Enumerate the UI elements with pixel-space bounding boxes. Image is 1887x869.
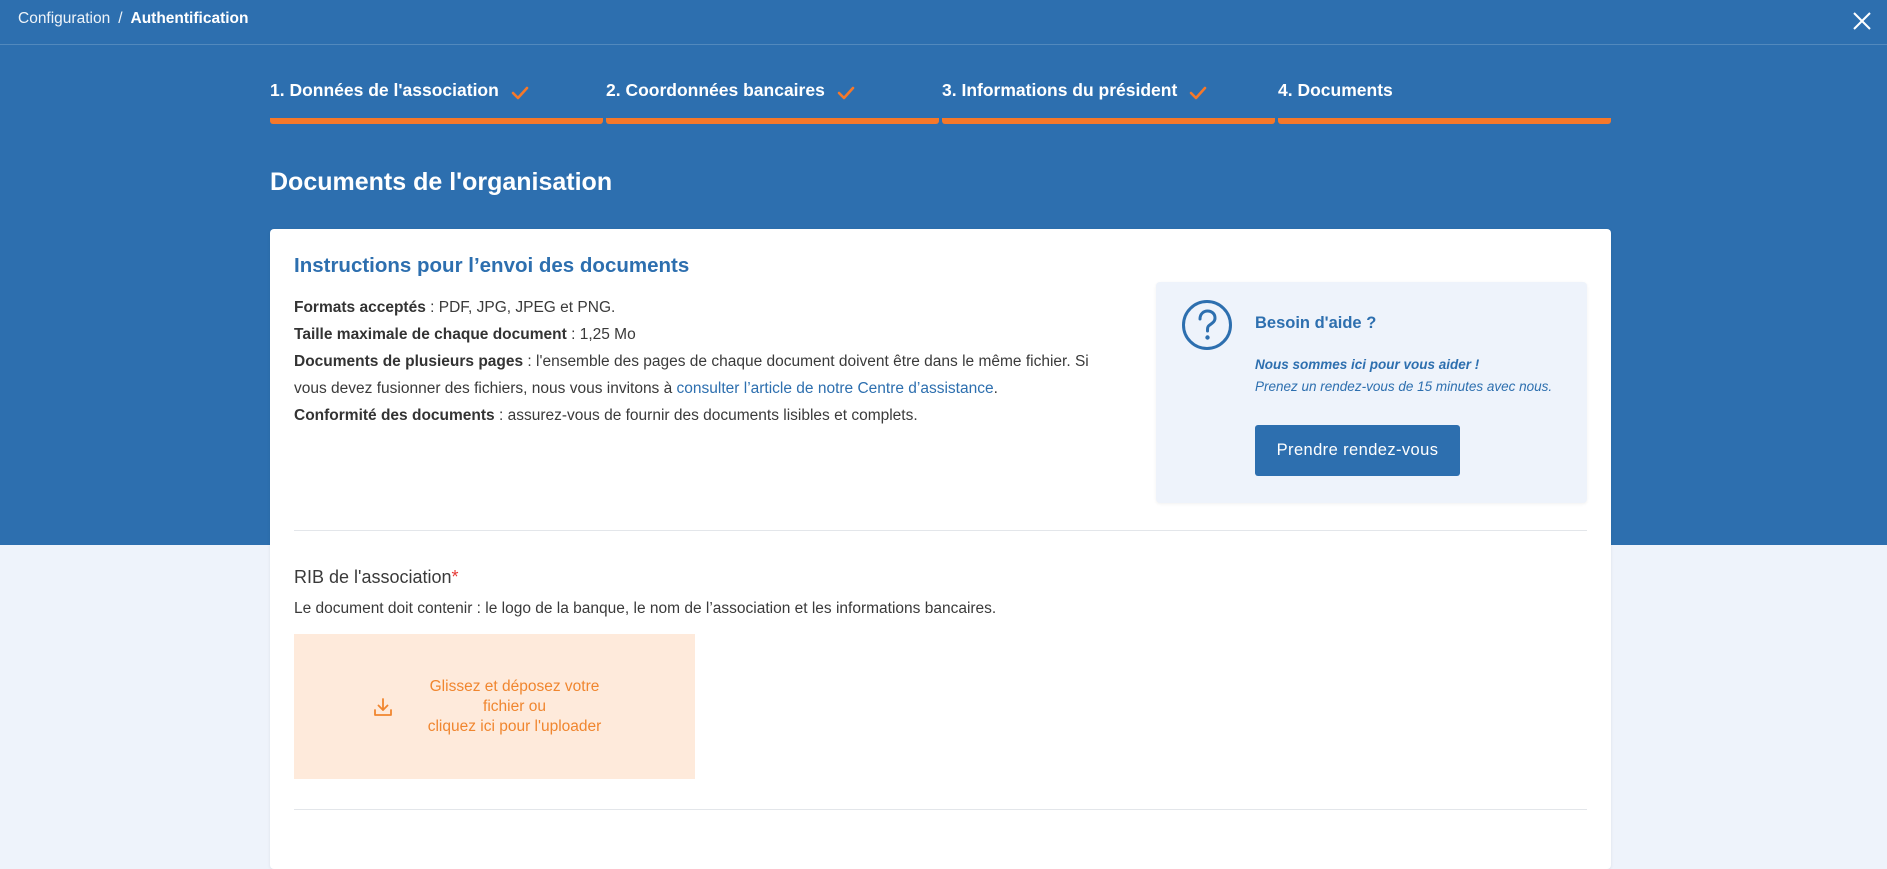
question-circle-icon <box>1181 299 1233 351</box>
check-icon <box>837 84 855 99</box>
help-box: Besoin d'aide ? Nous sommes ici pour vou… <box>1156 282 1587 503</box>
breadcrumb-separator: / <box>118 10 123 27</box>
size-label: Taille maximale de chaque document <box>294 326 567 343</box>
size-line: Taille maximale de chaque document : 1,2… <box>294 321 1124 348</box>
conformity-line: Conformité des documents : assurez-vous … <box>294 402 1124 429</box>
check-icon <box>1189 84 1207 99</box>
help-text: Nous sommes ici pour vous aider ! Prenez… <box>1255 354 1552 398</box>
close-icon[interactable] <box>1849 8 1875 34</box>
step-label: 3. Informations du président <box>942 80 1178 100</box>
instructions-title: Instructions pour l’envoi des documents <box>294 254 690 277</box>
divider <box>294 809 1587 810</box>
step-label: 2. Coordonnées bancaires <box>606 80 825 100</box>
rib-label-text: RIB de l'association <box>294 567 452 587</box>
instructions-text: Formats acceptés : PDF, JPG, JPEG et PNG… <box>294 294 1124 429</box>
top-bar: Configuration / Authentification <box>0 0 1887 45</box>
stepper: 1. Données de l'association 2. Coordonné… <box>270 80 1611 124</box>
book-appointment-button[interactable]: Prendre rendez-vous <box>1255 425 1460 476</box>
help-title: Besoin d'aide ? <box>1255 314 1377 332</box>
documents-card: Instructions pour l’envoi des documents … <box>270 229 1611 869</box>
dropzone-text: Glissez et déposez votre fichier ou cliq… <box>412 677 617 737</box>
divider <box>294 530 1587 531</box>
step-documents[interactable]: 4. Documents <box>1278 80 1611 124</box>
required-mark: * <box>451 567 459 587</box>
step-label: 1. Données de l'association <box>270 80 499 100</box>
dropzone-line-2: cliquez ici pour l'uploader <box>427 717 602 735</box>
size-value: : 1,25 Mo <box>566 326 636 343</box>
check-icon <box>511 84 529 99</box>
step-label: 4. Documents <box>1278 80 1393 100</box>
formats-label: Formats acceptés <box>294 299 426 316</box>
help-line-1: Nous sommes ici pour vous aider ! <box>1255 357 1480 372</box>
step-donnees-association[interactable]: 1. Données de l'association <box>270 80 603 124</box>
step-informations-president[interactable]: 3. Informations du président <box>942 80 1275 124</box>
page-title: Documents de l'organisation <box>270 168 613 196</box>
formats-line: Formats acceptés : PDF, JPG, JPEG et PNG… <box>294 294 1124 321</box>
breadcrumb: Configuration / Authentification <box>18 10 248 28</box>
conformity-label: Conformité des documents <box>294 407 495 424</box>
multipage-end: . <box>993 380 998 397</box>
dropzone-line-1: Glissez et déposez votre fichier ou <box>429 677 600 715</box>
step-coordonnees-bancaires[interactable]: 2. Coordonnées bancaires <box>606 80 939 124</box>
multipage-line: Documents de plusieurs pages : l'ensembl… <box>294 348 1124 402</box>
multipage-label: Documents de plusieurs pages <box>294 353 524 370</box>
conformity-value: : assurez-vous de fournir des documents … <box>494 407 918 424</box>
download-icon <box>372 696 394 718</box>
formats-value: : PDF, JPG, JPEG et PNG. <box>425 299 616 316</box>
breadcrumb-configuration[interactable]: Configuration <box>18 10 110 28</box>
rib-description: Le document doit contenir : le logo de l… <box>294 600 997 617</box>
rib-upload-dropzone[interactable]: Glissez et déposez votre fichier ou cliq… <box>294 634 695 779</box>
help-line-2: Prenez un rendez-vous de 15 minutes avec… <box>1255 379 1553 394</box>
help-center-link[interactable]: consulter l’article de notre Centre d’as… <box>677 380 994 397</box>
rib-label: RIB de l'association* <box>294 567 459 588</box>
breadcrumb-current: Authentification <box>130 10 249 27</box>
